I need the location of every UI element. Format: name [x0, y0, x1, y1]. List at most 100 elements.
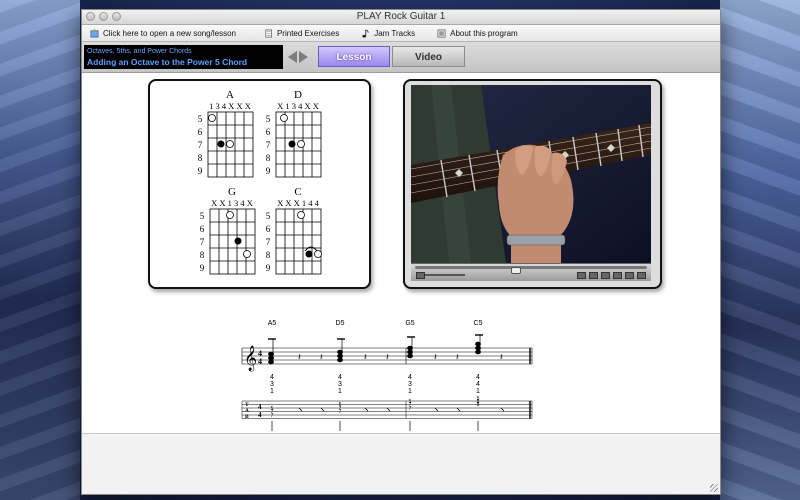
treble-clef-icon: 𝄞 — [244, 345, 257, 371]
chord-diagram-c: C X X X 1 4 4 5 6 7 8 9 — [266, 186, 322, 275]
svg-text:1: 1 — [408, 388, 412, 395]
video-controls — [411, 263, 651, 281]
video-player-screen[interactable] — [411, 85, 651, 263]
stop-icon[interactable] — [601, 272, 610, 279]
rewind-start-icon[interactable] — [577, 272, 586, 279]
lesson-title: Adding an Octave to the Power 5 Chord — [87, 57, 248, 67]
video-tab-button[interactable]: Video — [392, 46, 465, 67]
volume-slider[interactable] — [425, 274, 465, 276]
chord-labels: A5 D5 G5 C5 — [268, 320, 483, 327]
minimize-window-button[interactable] — [99, 12, 108, 21]
svg-text:8: 8 — [266, 250, 271, 260]
svg-text:5: 5 — [266, 114, 271, 124]
chord-diagrams-svg: A 1 3 4 X X X 5 6 7 8 9 D X 1 3 4 X X 5 … — [198, 89, 322, 275]
zoom-window-button[interactable] — [112, 12, 121, 21]
document-icon — [265, 29, 272, 37]
svg-text:𝄽: 𝄽 — [320, 352, 323, 362]
chord-fingering-a: 1 3 4 X X X — [209, 101, 251, 111]
chord-fingering-g: X X 1 3 4 X — [211, 198, 253, 208]
svg-text:7: 7 — [200, 237, 205, 247]
about-label: About this program — [450, 28, 518, 38]
svg-text:6: 6 — [198, 127, 203, 137]
desktop-background-right-texture — [720, 0, 800, 500]
video-progress-knob[interactable] — [511, 267, 521, 274]
tab-time-signature-top: 4 — [258, 403, 262, 411]
svg-text:3: 3 — [338, 381, 342, 388]
video-panel — [403, 79, 662, 289]
svg-text:3: 3 — [408, 381, 412, 388]
tab-notes: 775 775 775 885 — [271, 396, 480, 419]
svg-text:6: 6 — [200, 224, 205, 234]
svg-text:4: 4 — [408, 374, 412, 381]
svg-text:𝄽: 𝄽 — [456, 352, 459, 362]
bottom-status-area — [82, 434, 720, 494]
chord-name-d: D — [294, 89, 302, 101]
chord-diagram-g: G X X 1 3 4 X 5 6 7 8 9 — [200, 186, 256, 275]
svg-text:4: 4 — [476, 381, 480, 388]
svg-text:9: 9 — [200, 263, 205, 273]
video-frame-guitar — [411, 85, 651, 263]
svg-text:5: 5 — [266, 211, 271, 221]
svg-text:7: 7 — [266, 237, 271, 247]
svg-text:1: 1 — [476, 388, 480, 395]
svg-text:𝄽: 𝄽 — [364, 352, 367, 362]
chord-fingering-c: X X X 1 4 4 — [277, 198, 320, 208]
svg-text:4: 4 — [338, 374, 342, 381]
chord-label-d5: D5 — [336, 320, 345, 327]
svg-text:𝄽: 𝄽 — [434, 352, 437, 362]
open-song-menu-item[interactable]: Click here to open a new song/lesson — [90, 29, 236, 38]
fingering-numbers: 4 3 1 4 3 1 4 3 1 4 4 1 — [270, 374, 480, 395]
chord-diagram-a: A 1 3 4 X X X 5 6 7 8 9 — [198, 89, 254, 178]
svg-text:8: 8 — [200, 250, 205, 260]
chord-name-a: A — [226, 89, 234, 101]
svg-text:5: 5 — [198, 114, 203, 124]
svg-text:6: 6 — [266, 224, 271, 234]
svg-text:5: 5 — [477, 396, 480, 402]
chord-label-c5: C5 — [474, 320, 483, 327]
step-forward-icon[interactable] — [625, 272, 634, 279]
window-title: PLAY Rock Guitar 1 — [356, 11, 446, 22]
video-progress-track[interactable] — [415, 266, 647, 274]
lesson-chapter: Octaves, 5ths, and Power Chords — [87, 48, 192, 55]
fast-forward-icon[interactable] — [637, 272, 646, 279]
lesson-arrows — [288, 51, 308, 63]
svg-text:𝄽: 𝄽 — [386, 352, 389, 362]
jam-tracks-menu-item[interactable]: Jam Tracks — [361, 29, 415, 38]
title-bar: PLAY Rock Guitar 1 — [82, 10, 720, 25]
chord-diagrams-panel: A 1 3 4 X X X 5 6 7 8 9 D X 1 3 4 X X 5 … — [148, 79, 371, 289]
next-lesson-arrow-icon[interactable] — [299, 51, 308, 63]
tab-label-b: B — [245, 414, 249, 420]
svg-text:1: 1 — [270, 388, 274, 395]
close-window-button[interactable] — [86, 12, 95, 21]
toolbar: Click here to open a new song/lesson Pri… — [82, 25, 720, 42]
app-window: PLAY Rock Guitar 1 Click here to open a … — [81, 9, 721, 495]
info-icon — [437, 29, 446, 37]
svg-text:5: 5 — [271, 406, 274, 412]
svg-text:4: 4 — [476, 374, 480, 381]
resize-grip-icon[interactable] — [710, 484, 718, 492]
open-song-icon — [90, 28, 99, 37]
lesson-tab-button[interactable]: Lesson — [318, 46, 390, 67]
music-notation: A5 D5 G5 C5 𝄞 4 4 𝄽 𝄽 𝄽 𝄽 𝄽 𝄽 𝄽 4 3 1 4 … — [241, 320, 533, 431]
printed-exercises-menu-item[interactable]: Printed Exercises — [264, 29, 339, 38]
svg-text:5: 5 — [409, 399, 412, 405]
svg-text:7: 7 — [266, 140, 271, 150]
play-icon[interactable] — [613, 272, 622, 279]
tab-stems — [271, 421, 479, 431]
open-song-label: Click here to open a new song/lesson — [103, 28, 236, 38]
svg-text:6: 6 — [266, 127, 271, 137]
lesson-title-display: Octaves, 5ths, and Power Chords Adding a… — [84, 45, 283, 69]
svg-text:5: 5 — [339, 402, 342, 408]
svg-text:𝄽: 𝄽 — [298, 352, 301, 362]
chord-label-g5: G5 — [405, 320, 414, 327]
chord-name-g: G — [228, 186, 236, 198]
time-signature-bottom: 4 — [258, 357, 262, 366]
previous-lesson-arrow-icon[interactable] — [288, 51, 297, 63]
volume-icon[interactable] — [416, 272, 425, 279]
tab-time-signature-bottom: 4 — [258, 411, 262, 419]
step-back-icon[interactable] — [589, 272, 598, 279]
svg-text:3: 3 — [270, 381, 274, 388]
about-menu-item[interactable]: About this program — [437, 29, 518, 38]
svg-text:1: 1 — [338, 388, 342, 395]
chord-fingering-d: X 1 3 4 X X — [277, 101, 319, 111]
